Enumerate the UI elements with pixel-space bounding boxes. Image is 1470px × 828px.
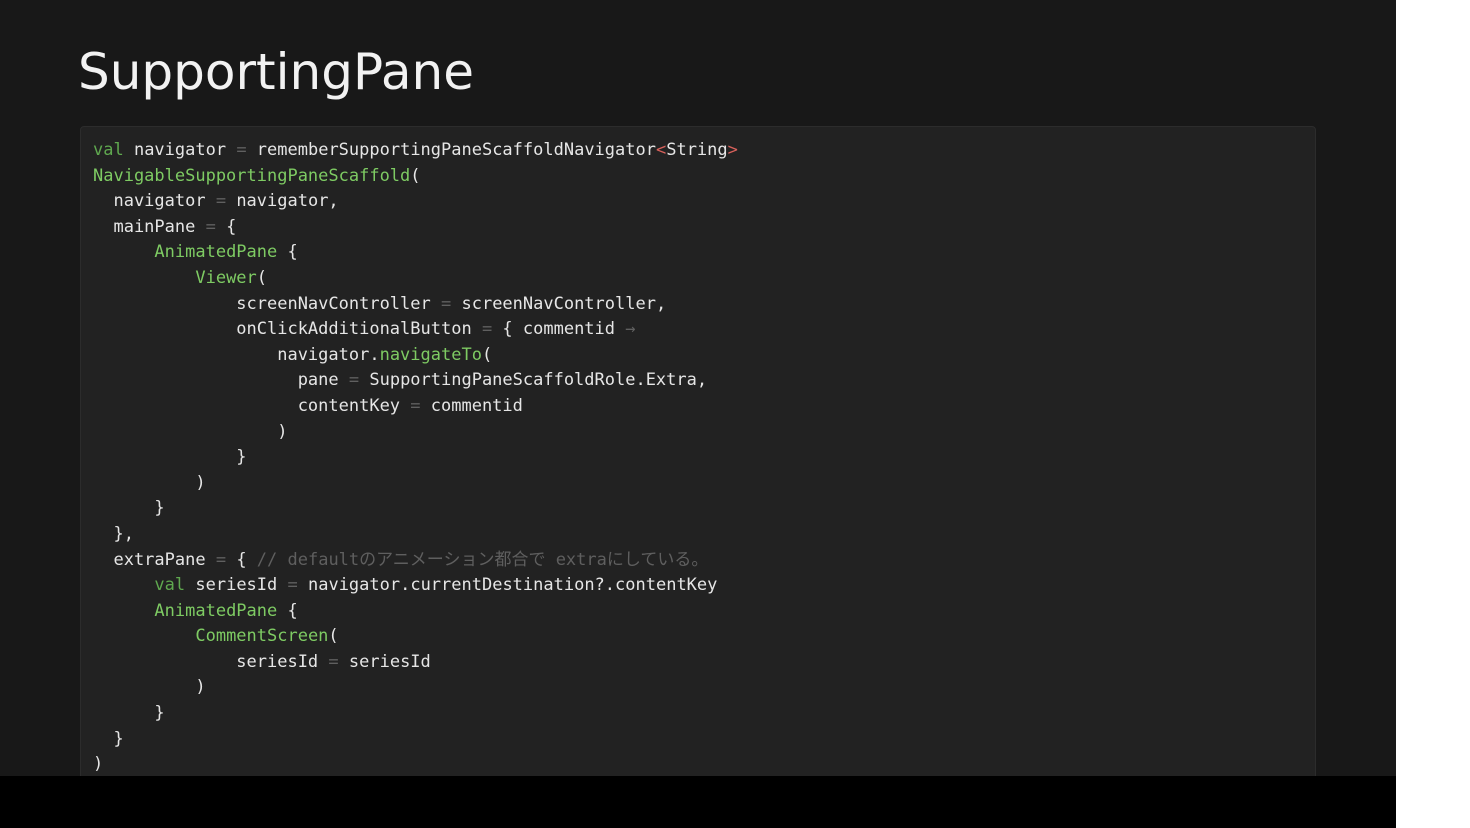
code-token: ) [93, 421, 288, 442]
code-token: ) [93, 472, 206, 493]
code-line: extraPane = { // defaultのアニメーション都合で extr… [93, 548, 738, 574]
code-token: } [93, 447, 247, 468]
code-token: val [93, 140, 124, 160]
code-token: } [93, 703, 165, 724]
code-token: ) [93, 677, 206, 698]
code-line: NavigableSupportingPaneScaffold( [93, 164, 738, 190]
code-token: val [154, 575, 186, 596]
code-token: = [215, 191, 227, 212]
code-line: } [93, 701, 738, 727]
code-token: seriesId [338, 651, 431, 672]
code-line: contentKey = commentid [93, 394, 738, 420]
code-token: } [93, 728, 124, 749]
code-token: mainPane [93, 216, 206, 237]
code-token: ) [93, 754, 104, 775]
code-token: AnimatedPane [154, 242, 278, 263]
code-token: SupportingPaneScaffoldRole.Extra, [359, 370, 708, 391]
code-token: = [481, 319, 493, 340]
code-token: { [215, 216, 237, 237]
code-line: ) [93, 675, 738, 701]
code-line: mainPane = { [93, 215, 738, 241]
code-token: extraPane [93, 549, 216, 570]
code-block: val navigator = rememberSupportingPaneSc… [80, 126, 1316, 776]
code-token: ( [328, 626, 339, 647]
code-line: navigator.navigateTo( [93, 343, 738, 369]
code-line: seriesId = seriesId [93, 650, 738, 676]
code-token: ( [481, 344, 493, 365]
code-token: = [410, 395, 421, 416]
code-token: < [655, 140, 667, 160]
code-token: rememberSupportingPaneScaffoldNavigator [246, 140, 656, 160]
code-token: String [666, 140, 728, 160]
code-line: val seriesId = navigator.currentDestinat… [93, 573, 738, 599]
code-token: ( [256, 267, 268, 288]
code-token: → [625, 319, 636, 340]
code-token: } [93, 498, 165, 519]
code-line: Viewer( [93, 266, 738, 292]
code-token: commentid [420, 395, 523, 416]
code-token: navigator.currentDestination?.contentKey [297, 575, 718, 596]
code-token: = [287, 575, 298, 596]
code-line: }, [93, 522, 738, 548]
code-line: ) [93, 420, 738, 446]
code-token: screenNavController [93, 293, 441, 314]
code-line: AnimatedPane { [93, 599, 738, 625]
code-token: { [277, 600, 298, 621]
slide: SupportingPane val navigator = rememberS… [0, 0, 1396, 776]
code-token: navigator [93, 191, 216, 212]
bottom-bar [0, 776, 1396, 828]
code-line: ) [93, 752, 738, 776]
code-token: = [441, 293, 452, 314]
slide-title: SupportingPane [78, 43, 474, 101]
code-line: } [93, 445, 738, 471]
code-line: pane = SupportingPaneScaffoldRole.Extra, [93, 368, 738, 394]
code-token: CommentScreen [195, 626, 329, 647]
code-line: val navigator = rememberSupportingPaneSc… [93, 138, 738, 164]
code-token: NavigableSupportingPaneScaffold [93, 165, 411, 186]
code-token: { commentid [492, 319, 626, 340]
code-token: AnimatedPane [154, 600, 278, 621]
code-token: // defaultのアニメーション都合で extraにしている。 [256, 549, 709, 570]
code-token: ( [410, 165, 421, 186]
code-token: = [348, 370, 360, 391]
code-token: = [328, 651, 339, 672]
code-token: }, [93, 523, 134, 544]
code-token: = [215, 549, 227, 570]
code-token: navigateTo [379, 344, 482, 365]
code-token: seriesId [93, 651, 329, 672]
code-token: navigator, [226, 191, 339, 212]
code-token: = [236, 140, 247, 160]
code-token: screenNavController, [451, 293, 667, 314]
code-token: navigator. [93, 344, 380, 365]
code-token: Viewer [195, 267, 257, 288]
code-line: } [93, 727, 738, 753]
code-token: { [277, 242, 298, 263]
code-token: { [226, 549, 257, 570]
code-token: pane [93, 370, 349, 391]
code-token: contentKey [93, 395, 411, 416]
code-listing: val navigator = rememberSupportingPaneSc… [93, 138, 738, 776]
code-line: navigator = navigator, [93, 189, 738, 215]
code-token: > [727, 140, 738, 160]
code-line: screenNavController = screenNavControlle… [93, 292, 738, 318]
code-token: onClickAdditionalButton [93, 319, 482, 340]
code-token: seriesId [185, 575, 288, 596]
code-line: AnimatedPane { [93, 240, 738, 266]
code-token: = [205, 216, 216, 237]
code-line: CommentScreen( [93, 624, 738, 650]
code-token: navigator [123, 140, 237, 160]
code-line: } [93, 496, 738, 522]
code-line: ) [93, 471, 738, 497]
code-line: onClickAdditionalButton = { commentid → [93, 317, 738, 343]
